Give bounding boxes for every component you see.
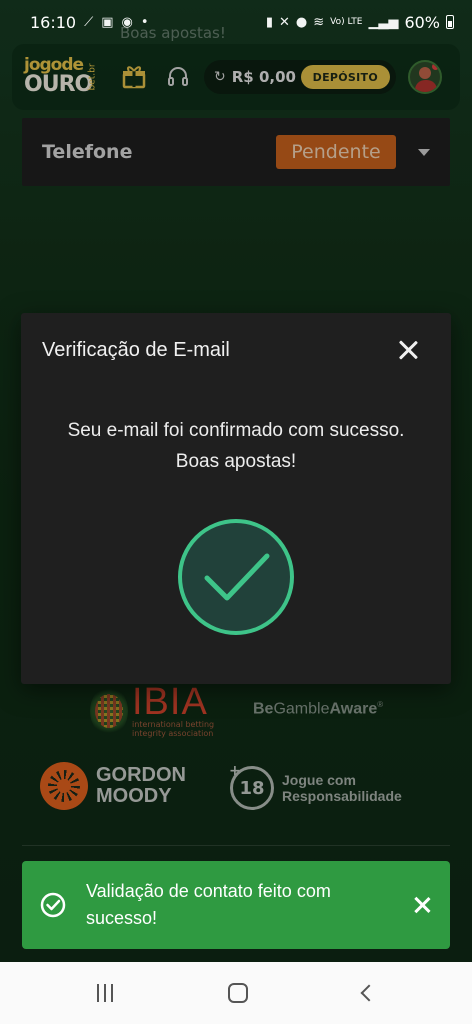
notification-dot-icon: •: [140, 14, 149, 30]
status-bar: 16:10 ⟋ ▣ ◉ • ▮ ✕ ● ≋ Vo) LTE ▁▃▅ 60%: [0, 0, 472, 44]
toast-message: Validação de contato feito com sucesso!: [86, 881, 331, 928]
chrome-icon: ◉: [121, 14, 133, 30]
wifi-icon: ≋: [313, 14, 325, 30]
network-label: Vo) LTE: [330, 16, 363, 27]
home-icon[interactable]: [227, 983, 248, 1003]
wifi-calling-icon: ⟋: [84, 14, 94, 30]
modal-title: Verificação de E-mail: [42, 339, 230, 361]
success-check-icon: [177, 518, 295, 636]
lock-icon: ▮: [265, 14, 273, 30]
battery-icon: [446, 15, 454, 29]
clock: 16:10: [30, 12, 77, 32]
location-icon: ●: [295, 14, 308, 30]
toast-close-icon[interactable]: [412, 895, 432, 915]
recents-icon[interactable]: [97, 984, 114, 1002]
close-icon[interactable]: [395, 337, 421, 363]
signal-icon: ▁▃▅: [368, 14, 399, 30]
email-verification-modal: Verificação de E-mail Seu e-mail foi con…: [21, 313, 451, 684]
battery-percent: 60%: [404, 12, 440, 32]
success-toast: Validação de contato feito com sucesso!: [22, 861, 450, 949]
check-circle-icon: [40, 892, 66, 918]
modal-message: Seu e-mail foi confirmado com sucesso. B…: [67, 420, 405, 472]
back-icon[interactable]: [360, 984, 378, 1002]
mute-icon: ✕: [278, 14, 290, 30]
gallery-icon: ▣: [101, 14, 114, 30]
android-nav-bar: [0, 962, 472, 1024]
